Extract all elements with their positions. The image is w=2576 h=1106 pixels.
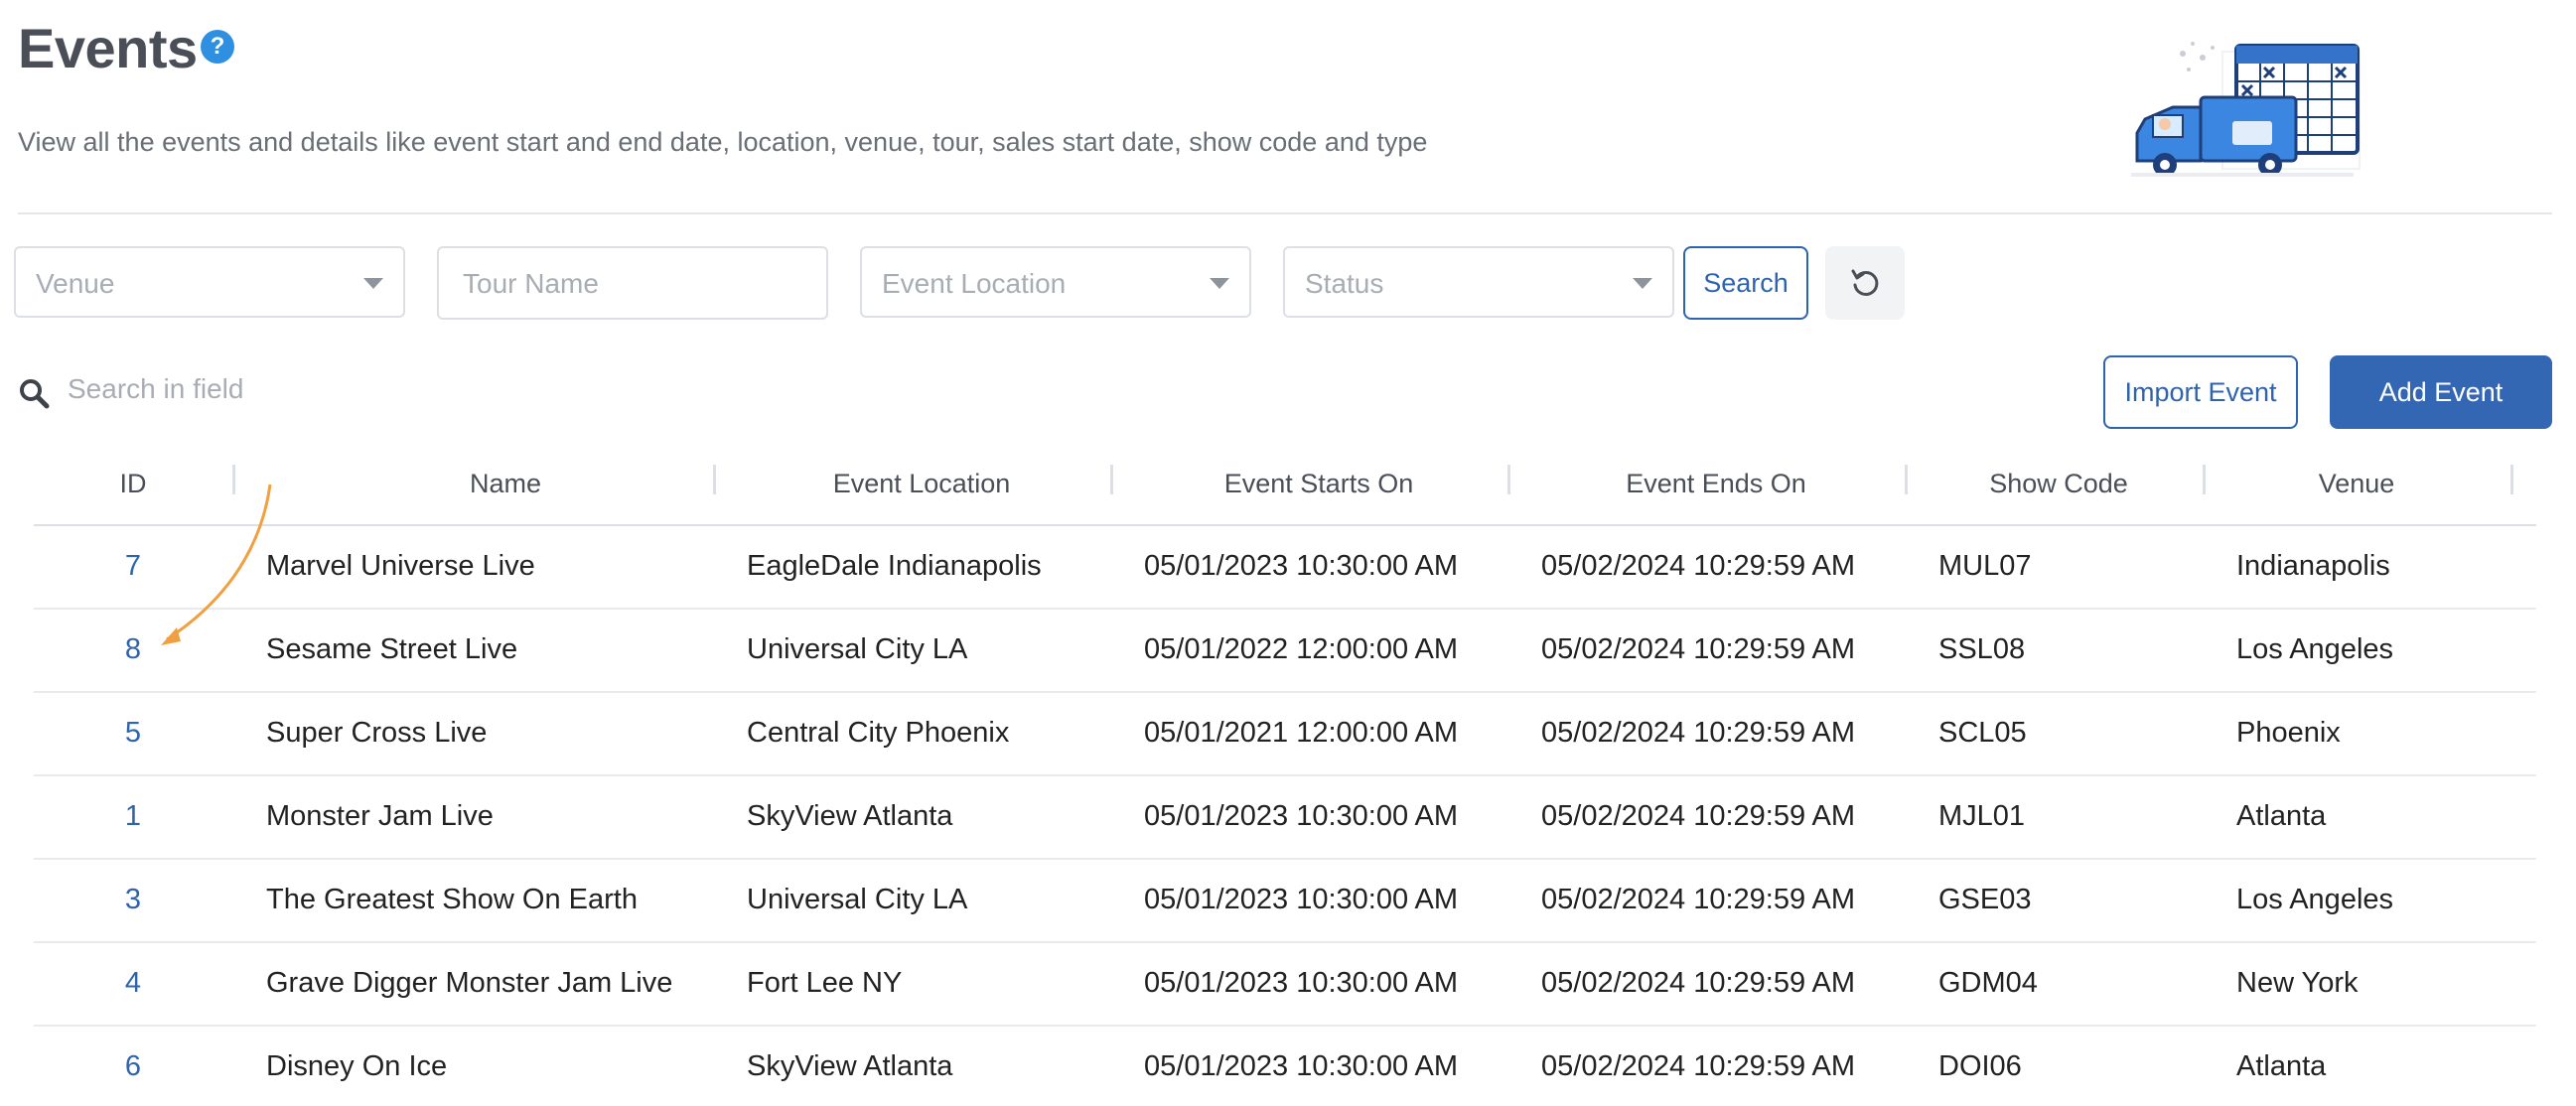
table-row[interactable]: 7 Marvel Universe Live EagleDale Indiana… [34, 526, 2536, 610]
table-toolbar: Search in field Import Event Add Event [18, 355, 2552, 431]
reset-button[interactable] [1825, 246, 1905, 320]
event-location: Central City Phoenix [747, 717, 1010, 749]
event-id-link[interactable]: 5 [103, 717, 163, 750]
header-divider [18, 212, 2552, 214]
table-row[interactable]: 6 Disney On Ice SkyView Atlanta 05/01/20… [34, 1027, 2536, 1106]
event-location: Fort Lee NY [747, 967, 903, 999]
column-header-name[interactable]: Name [242, 469, 769, 499]
show-code: GDM04 [1938, 967, 2038, 999]
column-resize-handle[interactable] [713, 465, 716, 494]
chevron-down-icon [363, 278, 383, 289]
show-code: GSE03 [1938, 884, 2032, 915]
event-id-link[interactable]: 1 [103, 800, 163, 833]
event-id-link[interactable]: 7 [103, 550, 163, 583]
column-header-event-ends-on[interactable]: Event Ends On [1517, 469, 1915, 499]
event-ends-on: 05/02/2024 10:29:59 AM [1541, 800, 1856, 832]
table-row[interactable]: 8 Sesame Street Live Universal City LA 0… [34, 610, 2536, 693]
event-location-select[interactable]: Event Location [860, 246, 1251, 318]
venue: Phoenix [2236, 717, 2341, 749]
tour-name-input[interactable]: Tour Name [437, 246, 828, 320]
event-id-link[interactable]: 4 [103, 967, 163, 1000]
column-header-id[interactable]: ID [103, 469, 163, 499]
event-name: Monster Jam Live [266, 800, 494, 832]
event-starts-on: 05/01/2023 10:30:00 AM [1144, 967, 1459, 999]
venue-select[interactable]: Venue [14, 246, 405, 318]
status-placeholder: Status [1305, 268, 1384, 299]
venue: Atlanta [2236, 800, 2327, 832]
events-table: ID Name Event Location Event Starts On E… [34, 451, 2536, 1106]
event-starts-on: 05/01/2023 10:30:00 AM [1144, 1050, 1459, 1082]
column-resize-handle[interactable] [2510, 465, 2513, 494]
show-code: SSL08 [1938, 633, 2026, 665]
event-id-link[interactable]: 8 [103, 633, 163, 666]
show-code: SCL05 [1938, 717, 2027, 749]
tour-name-placeholder: Tour Name [463, 268, 599, 299]
event-location: SkyView Atlanta [747, 800, 953, 832]
event-ends-on: 05/02/2024 10:29:59 AM [1541, 967, 1856, 999]
column-resize-handle[interactable] [2203, 465, 2206, 494]
event-id-link[interactable]: 6 [103, 1050, 163, 1083]
table-header: ID Name Event Location Event Starts On E… [34, 451, 2536, 526]
venue: Los Angeles [2236, 884, 2394, 915]
venue: New York [2236, 967, 2359, 999]
event-name: Marvel Universe Live [266, 550, 535, 582]
event-starts-on: 05/01/2023 10:30:00 AM [1144, 884, 1459, 915]
event-location: SkyView Atlanta [747, 1050, 953, 1082]
search-button[interactable]: Search [1683, 246, 1808, 320]
event-location: Universal City LA [747, 633, 968, 665]
venue: Los Angeles [2236, 633, 2394, 665]
event-starts-on: 05/01/2021 12:00:00 AM [1144, 717, 1459, 749]
add-event-button[interactable]: Add Event [2330, 355, 2552, 429]
event-ends-on: 05/02/2024 10:29:59 AM [1541, 717, 1856, 749]
event-id-link[interactable]: 3 [103, 884, 163, 916]
status-select[interactable]: Status [1283, 246, 1674, 318]
import-event-button[interactable]: Import Event [2103, 355, 2298, 429]
event-starts-on: 05/01/2022 12:00:00 AM [1144, 633, 1459, 665]
event-ends-on: 05/02/2024 10:29:59 AM [1541, 550, 1856, 582]
event-name: The Greatest Show On Earth [266, 884, 638, 915]
event-location: Universal City LA [747, 884, 968, 915]
event-name: Disney On Ice [266, 1050, 448, 1082]
event-ends-on: 05/02/2024 10:29:59 AM [1541, 633, 1856, 665]
column-resize-handle[interactable] [232, 465, 235, 494]
column-header-event-starts-on[interactable]: Event Starts On [1120, 469, 1517, 499]
column-header-venue[interactable]: Venue [2213, 469, 2501, 499]
search-in-field-input[interactable]: Search in field [68, 373, 243, 405]
column-resize-handle[interactable] [1110, 465, 1113, 494]
show-code: MJL01 [1938, 800, 2026, 832]
chevron-down-icon [1210, 278, 1229, 289]
venue: Indianapolis [2236, 550, 2390, 582]
event-ends-on: 05/02/2024 10:29:59 AM [1541, 884, 1856, 915]
chevron-down-icon [1633, 278, 1652, 289]
table-row[interactable]: 1 Monster Jam Live SkyView Atlanta 05/01… [34, 776, 2536, 860]
event-location: EagleDale Indianapolis [747, 550, 1042, 582]
table-row[interactable]: 5 Super Cross Live Central City Phoenix … [34, 693, 2536, 776]
page-title: Events [18, 17, 198, 79]
column-header-show-code[interactable]: Show Code [1915, 469, 2203, 499]
help-icon[interactable]: ? [201, 30, 234, 64]
delivery-truck-calendar-illustration [2131, 42, 2361, 177]
event-starts-on: 05/01/2023 10:30:00 AM [1144, 550, 1459, 582]
column-resize-handle[interactable] [1507, 465, 1510, 494]
show-code: MUL07 [1938, 550, 2032, 582]
event-ends-on: 05/02/2024 10:29:59 AM [1541, 1050, 1856, 1082]
show-code: DOI06 [1938, 1050, 2022, 1082]
reset-icon [1851, 269, 1879, 296]
column-resize-handle[interactable] [1905, 465, 1908, 494]
column-header-event-location[interactable]: Event Location [723, 469, 1120, 499]
table-row[interactable]: 3 The Greatest Show On Earth Universal C… [34, 860, 2536, 943]
table-row[interactable]: 4 Grave Digger Monster Jam Live Fort Lee… [34, 943, 2536, 1027]
event-name: Grave Digger Monster Jam Live [266, 967, 673, 999]
page-header: Events ? View all the events and details… [18, 10, 2560, 208]
venue-placeholder: Venue [36, 268, 115, 299]
filter-bar: Venue Tour Name Event Location Status Se… [14, 246, 1931, 322]
venue: Atlanta [2236, 1050, 2327, 1082]
event-location-placeholder: Event Location [882, 268, 1067, 299]
event-starts-on: 05/01/2023 10:30:00 AM [1144, 800, 1459, 832]
event-name: Super Cross Live [266, 717, 488, 749]
search-icon [20, 379, 50, 409]
page-description: View all the events and details like eve… [18, 127, 1428, 157]
event-name: Sesame Street Live [266, 633, 518, 665]
